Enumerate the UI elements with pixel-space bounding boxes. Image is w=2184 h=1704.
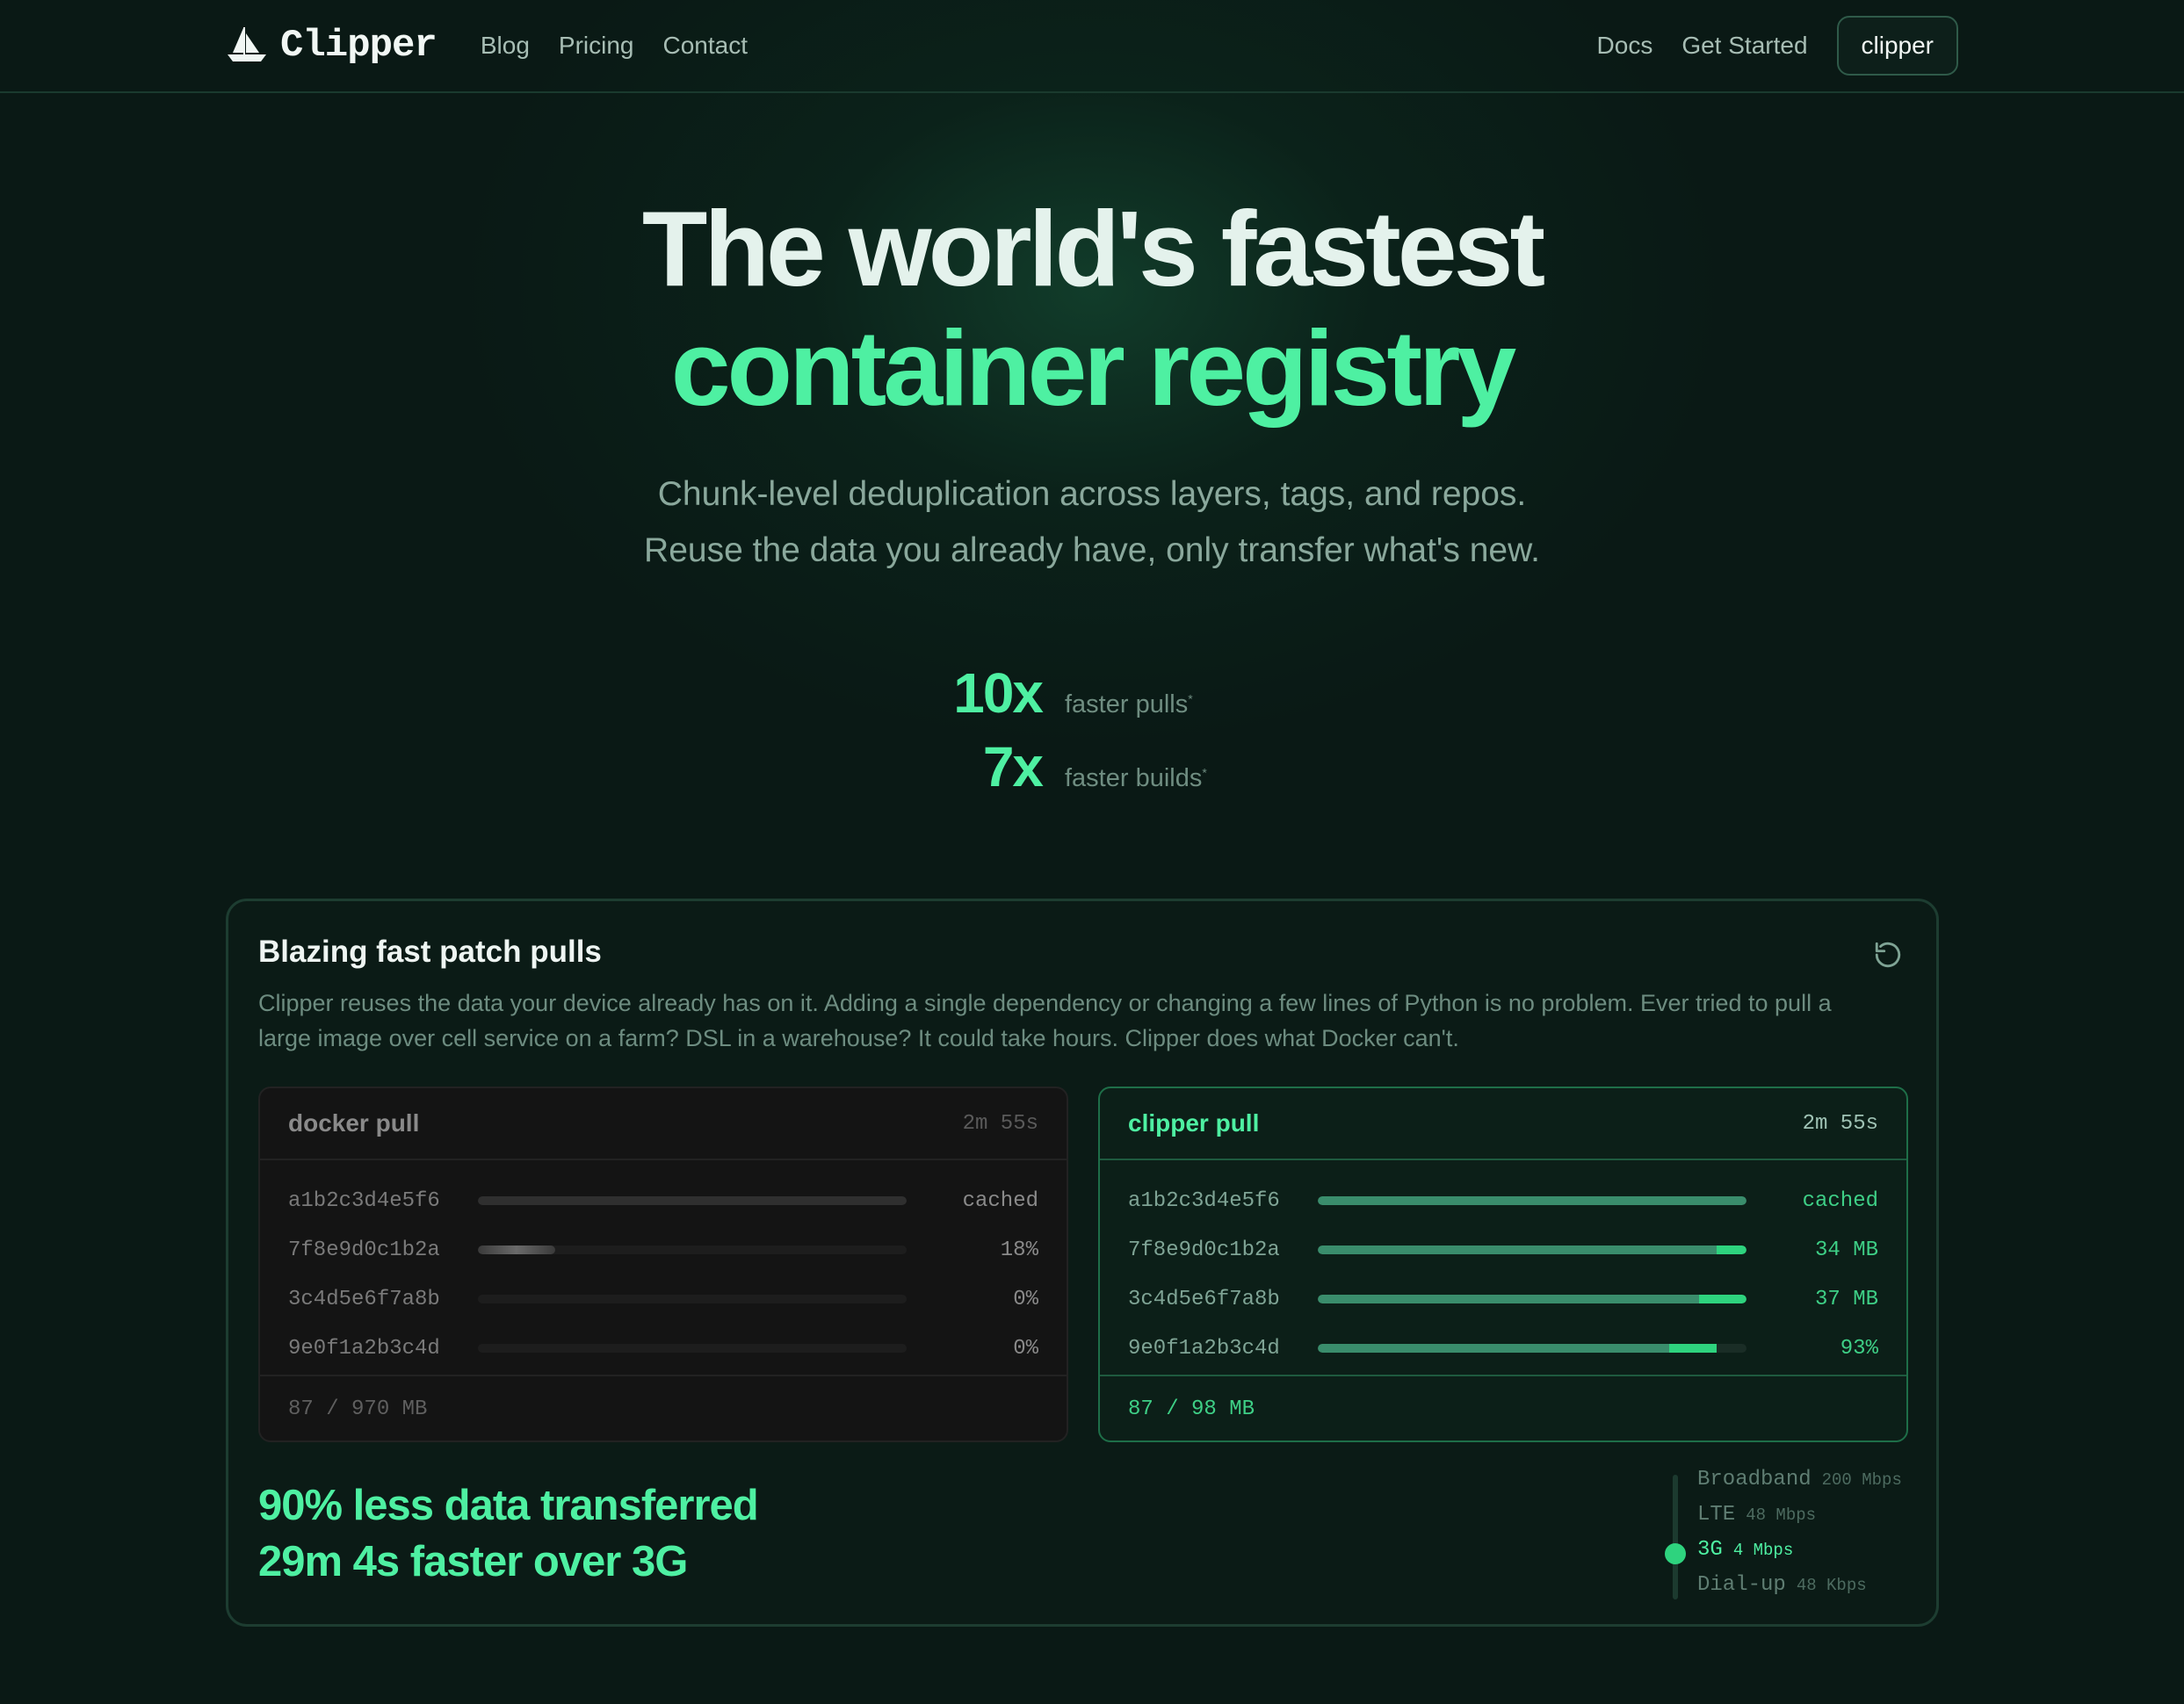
clipper-button[interactable]: clipper xyxy=(1836,16,1958,76)
progress-fill xyxy=(478,1246,555,1254)
stat-label: faster builds* xyxy=(1065,764,1207,792)
layer-row: 7f8e9d0c1b2a 18% xyxy=(288,1225,1038,1274)
layer-hash: a1b2c3d4e5f6 xyxy=(288,1188,440,1213)
layer-hash: a1b2c3d4e5f6 xyxy=(1128,1188,1280,1213)
progress-track xyxy=(478,1295,907,1303)
nav-link-blog[interactable]: Blog xyxy=(481,32,530,60)
layer-row: 7f8e9d0c1b2a 34 MB xyxy=(1128,1225,1878,1274)
stat-value: 7x xyxy=(982,735,1044,798)
layer-row: 9e0f1a2b3c4d 0% xyxy=(288,1324,1038,1373)
panel-footer: 87 / 970 MB xyxy=(260,1375,1067,1440)
progress-track xyxy=(1318,1344,1746,1353)
nav-link-contact[interactable]: Contact xyxy=(662,32,748,60)
ship-logo-icon xyxy=(228,27,266,61)
layer-row: 3c4d5e6f7a8b 37 MB xyxy=(1128,1274,1878,1324)
layer-hash: 3c4d5e6f7a8b xyxy=(1128,1287,1280,1311)
panel-name: docker pull xyxy=(288,1109,420,1137)
panel-header: docker pull 2m 55s xyxy=(260,1088,1067,1160)
speed-option-3g[interactable]: 3G 4 Mbps xyxy=(1697,1538,1793,1562)
progress-fill-new xyxy=(1716,1246,1746,1254)
layer-value: 18% xyxy=(1000,1238,1038,1262)
panel-name: clipper pull xyxy=(1128,1109,1260,1137)
progress-track xyxy=(1318,1295,1746,1303)
layer-value: 0% xyxy=(1013,1287,1038,1311)
layer-row: 3c4d5e6f7a8b 0% xyxy=(288,1274,1038,1324)
panel-footer: 87 / 98 MB xyxy=(1100,1375,1906,1440)
clipper-pull-panel: clipper pull 2m 55s a1b2c3d4e5f6 cached … xyxy=(1098,1087,1908,1442)
layer-list: a1b2c3d4e5f6 cached 7f8e9d0c1b2a 34 MB 3… xyxy=(1100,1160,1906,1375)
layer-hash: 9e0f1a2b3c4d xyxy=(1128,1336,1280,1361)
layer-value: 34 MB xyxy=(1814,1238,1878,1262)
stat-label: faster pulls* xyxy=(1065,690,1193,718)
nav-right: Docs Get Started clipper xyxy=(1597,16,1958,76)
slider-handle[interactable] xyxy=(1665,1543,1686,1564)
stat-pulls: 10x faster pulls* xyxy=(879,661,1193,726)
progress-track xyxy=(478,1344,907,1353)
layer-hash: 9e0f1a2b3c4d xyxy=(288,1336,440,1361)
panel-header: clipper pull 2m 55s xyxy=(1100,1088,1906,1160)
layer-hash: 7f8e9d0c1b2a xyxy=(288,1238,440,1262)
nav-link-get-started[interactable]: Get Started xyxy=(1681,32,1807,60)
card-description: Clipper reuses the data your device alre… xyxy=(258,990,1832,1051)
top-nav: Clipper Blog Pricing Contact Docs Get St… xyxy=(0,0,2184,93)
layer-row: a1b2c3d4e5f6 cached xyxy=(288,1176,1038,1225)
card-title: Blazing fast patch pulls xyxy=(258,935,602,969)
layer-value: cached xyxy=(962,1188,1038,1213)
progress-fill xyxy=(1318,1196,1746,1205)
brand[interactable]: Clipper xyxy=(226,24,438,68)
panel-time: 2m 55s xyxy=(962,1111,1038,1136)
layer-value: 0% xyxy=(1013,1336,1038,1361)
progress-track xyxy=(478,1196,907,1205)
hero-subtitle-line1: Chunk-level deduplication across layers,… xyxy=(657,475,1527,513)
hero-subtitle-line2: Reuse the data you already have, only tr… xyxy=(644,531,1540,569)
progress-fill-reused xyxy=(1318,1246,1717,1254)
brand-name: Clipper xyxy=(280,24,438,68)
speed-option-broadband[interactable]: Broadband 200 Mbps xyxy=(1697,1468,1902,1491)
speed-option-lte[interactable]: LTE 48 Mbps xyxy=(1697,1503,1816,1527)
nav-link-pricing[interactable]: Pricing xyxy=(559,32,634,60)
docker-pull-panel: docker pull 2m 55s a1b2c3d4e5f6 cached 7… xyxy=(258,1087,1068,1442)
layer-hash: 3c4d5e6f7a8b xyxy=(288,1287,440,1311)
layer-value: 93% xyxy=(1840,1336,1878,1361)
progress-fill-reused xyxy=(1318,1344,1670,1353)
layer-list: a1b2c3d4e5f6 cached 7f8e9d0c1b2a 18% 3c4… xyxy=(260,1160,1067,1375)
progress-track xyxy=(1318,1246,1746,1254)
nav-links: Blog Pricing Contact xyxy=(481,32,748,60)
progress-fill-new xyxy=(1699,1295,1746,1303)
layer-hash: 7f8e9d0c1b2a xyxy=(1128,1238,1280,1262)
hero-title-line1: The world's fastest xyxy=(641,189,1545,308)
result-time-saved: 29m 4s faster over 3G xyxy=(258,1538,688,1585)
layer-row: a1b2c3d4e5f6 cached xyxy=(1128,1176,1878,1225)
layer-value: 37 MB xyxy=(1814,1287,1878,1311)
network-speed-slider[interactable]: Broadband 200 Mbps LTE 48 Mbps 3G 4 Mbps Di… xyxy=(1665,1468,1927,1599)
stat-value: 10x xyxy=(953,661,1044,725)
progress-fill-reused xyxy=(1318,1295,1700,1303)
speed-option-dialup[interactable]: Dial-up 48 Kbps xyxy=(1697,1573,1867,1597)
progress-fill-new xyxy=(1669,1344,1717,1353)
progress-track xyxy=(1318,1196,1746,1205)
slider-rail[interactable] xyxy=(1673,1475,1678,1599)
result-data-saved: 90% less data transferred xyxy=(258,1482,759,1529)
layer-value: cached xyxy=(1802,1188,1878,1213)
progress-track xyxy=(478,1246,907,1254)
refresh-icon[interactable] xyxy=(1873,940,1903,970)
nav-link-docs[interactable]: Docs xyxy=(1597,32,1653,60)
hero-title-line2: container registry xyxy=(670,308,1517,428)
progress-fill xyxy=(478,1196,907,1205)
panel-time: 2m 55s xyxy=(1802,1111,1878,1136)
stat-builds: 7x faster builds* xyxy=(879,734,1207,799)
patch-pulls-card: Blazing fast patch pulls Clipper reuses … xyxy=(226,899,1939,1627)
layer-row: 9e0f1a2b3c4d 93% xyxy=(1128,1324,1878,1373)
